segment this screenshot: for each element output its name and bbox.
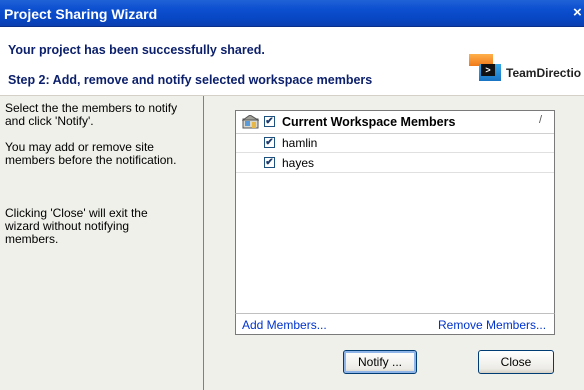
member-name: hamlin — [282, 136, 318, 150]
success-message: Your project has been successfully share… — [8, 43, 265, 57]
member-actions-bar: Add Members... Remove Members... — [235, 313, 555, 335]
instruction-close: Clicking 'Close' will exit the wizard wi… — [5, 206, 148, 246]
workspace-icon — [242, 115, 259, 129]
wizard-header: Your project has been successfully share… — [0, 27, 584, 96]
close-window-button[interactable]: × — [573, 4, 584, 21]
add-members-link[interactable]: Add Members... — [242, 318, 327, 332]
column-sort-indicator: / — [539, 114, 543, 126]
member-name: hayes — [282, 156, 315, 170]
member-row-hayes[interactable]: ✔ hayes — [236, 153, 554, 173]
instruction-add-remove: You may add or remove site members befor… — [5, 140, 177, 167]
notify-button[interactable]: Notify ... — [343, 350, 417, 374]
members-list-header[interactable]: ✔ Current Workspace Members / — [236, 111, 554, 134]
member-row-hamlin[interactable]: ✔ hamlin — [236, 133, 554, 153]
step-title: Step 2: Add, remove and notify selected … — [8, 73, 373, 87]
remove-members-link[interactable]: Remove Members... — [438, 318, 546, 332]
logo-prompt-icon: > — [481, 64, 495, 76]
members-list[interactable]: ✔ Current Workspace Members / ✔ hamlin ✔… — [235, 110, 555, 314]
teamdirection-logo: > TeamDirectio — [469, 53, 584, 93]
members-column-header: Current Workspace Members — [282, 115, 456, 129]
title-bar: Project Sharing Wizard × — [0, 0, 584, 27]
window-title: Project Sharing Wizard — [4, 6, 158, 22]
member-checkbox-hayes[interactable]: ✔ — [264, 157, 275, 168]
select-all-checkbox[interactable]: ✔ — [264, 116, 275, 127]
logo-text: TeamDirectio — [506, 66, 582, 80]
close-button[interactable]: Close — [478, 350, 554, 374]
instruction-select: Select the the members to notify and cli… — [5, 101, 178, 128]
member-checkbox-hamlin[interactable]: ✔ — [264, 137, 275, 148]
instructions-panel: Select the the members to notify and cli… — [0, 96, 204, 390]
